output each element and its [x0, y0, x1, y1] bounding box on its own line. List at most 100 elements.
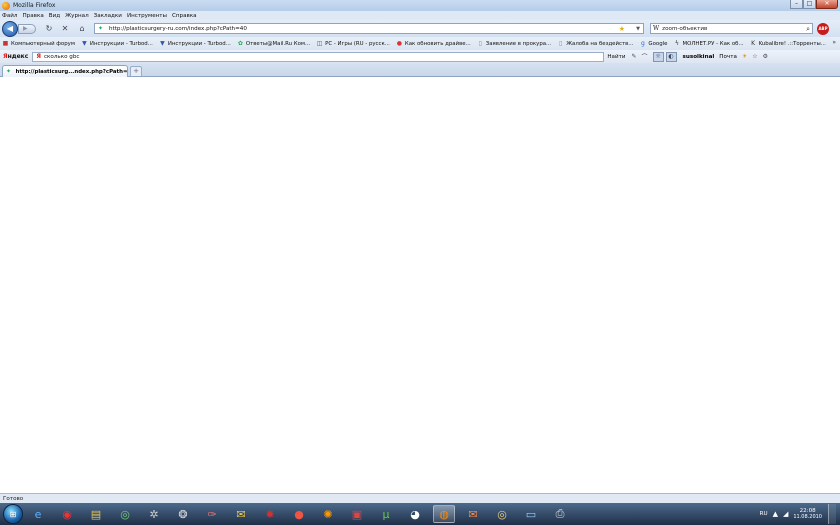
bookmark-item[interactable]: g Google [639, 40, 667, 47]
minimize-button[interactable]: – [790, 0, 803, 9]
bookmark-item[interactable]: ▼ Инструкции - Turbod... [159, 40, 231, 47]
printer-icon[interactable]: ⎙ [549, 505, 571, 523]
bookmark-item[interactable]: ϟ МОЛНЕТ.РУ - Как об... [673, 40, 744, 47]
eye-icon[interactable]: ◕ [404, 505, 426, 523]
settings-gear-icon[interactable]: ⚙ [763, 53, 768, 60]
reload-icon[interactable]: ↻ [44, 24, 54, 34]
status-bar: Готово [0, 493, 840, 503]
bookmark-star-icon[interactable]: ★ [619, 24, 625, 34]
highlight-icon[interactable]: ✎ [632, 53, 637, 60]
language-indicator[interactable]: RU [760, 511, 768, 517]
menu-tools[interactable]: Инструменты [127, 13, 167, 19]
yandex-toolbar: Яндекс Я сколько gbc Найти ✎ ⌒ ☼ ◐ susol… [0, 50, 840, 63]
search-bar[interactable]: W zoom-объектив ⌕ [650, 23, 813, 34]
yandex-user[interactable]: susolkinal [683, 54, 715, 60]
new-tab-button[interactable]: + [130, 66, 142, 76]
bookmark-item[interactable]: ✿ Ответы@Mail.Ru Ком... [237, 40, 310, 47]
menu-edit[interactable]: Правка [22, 13, 43, 19]
clock[interactable]: 22:08 11.08.2010 [793, 508, 822, 520]
gear-app-icon[interactable]: ❂ [172, 505, 194, 523]
explorer-icon[interactable]: ▤ [85, 505, 107, 523]
start-button[interactable]: ⊞ [3, 504, 23, 524]
tray-arrow-icon[interactable]: ▲ [773, 510, 778, 518]
opera-icon[interactable]: ◉ [56, 505, 78, 523]
home-icon[interactable]: ⌂ [77, 24, 87, 34]
toggle-icon[interactable]: ☼ [652, 51, 664, 62]
bookmark-item[interactable]: ■ Компьютерный форум [2, 40, 75, 47]
forward-button[interactable]: ▶ [18, 24, 36, 34]
network-icon[interactable]: ✲ [143, 505, 165, 523]
stop-icon[interactable]: ✕ [60, 24, 70, 34]
window-title: Mozilla Firefox [13, 2, 56, 9]
menu-bar: Файл Правка Вид Журнал Закладки Инструме… [0, 11, 840, 20]
yandex-search-input[interactable]: Я сколько gbc [32, 51, 605, 62]
volume-icon[interactable]: ◢ [783, 510, 788, 518]
translate-icon[interactable]: ◐ [665, 51, 677, 62]
yandex-query-text[interactable]: сколько gbc [44, 54, 80, 60]
url-dropdown-icon[interactable]: ▼ [636, 24, 640, 34]
firefox-icon [2, 1, 10, 10]
menu-view[interactable]: Вид [49, 13, 60, 19]
menu-bookmarks[interactable]: Закладки [94, 13, 122, 19]
search-engine-icon[interactable]: W [653, 25, 659, 32]
bookmark-item[interactable]: K Kubalibre! .::Торренты... [750, 40, 826, 47]
yandex-find-button[interactable]: Найти [607, 54, 625, 60]
bookmark-item[interactable]: ▼ Инструкции - Turbod... [81, 40, 153, 47]
show-desktop-button[interactable] [828, 504, 836, 524]
search-input[interactable]: zoom-объектив [662, 26, 707, 32]
yandex-mail[interactable]: Почта [719, 54, 737, 60]
url-text[interactable]: http://plasticsurgery-ru.com/index.php?c… [109, 26, 247, 32]
site-favicon-icon: ✦ [98, 25, 104, 32]
tab-strip: ✦ http://plasticsurg...ndex.php?cPath=40… [0, 63, 840, 77]
k-icon: K [751, 40, 756, 47]
bookmark-tool-icon[interactable]: ⌒ [642, 52, 648, 61]
paint-icon[interactable]: ✑ [201, 505, 223, 523]
window-task-icon[interactable]: ▭ [520, 505, 542, 523]
pc-icon: ◫ [316, 40, 323, 47]
search-icon[interactable]: ⌕ [806, 24, 810, 34]
cd-icon[interactable]: ◎ [491, 505, 513, 523]
bookmark-item[interactable]: ▯ Заявление в прокура... [477, 40, 552, 47]
forum-icon: ■ [2, 40, 9, 47]
page-icon: ● [396, 40, 403, 47]
close-button[interactable]: ✕ [816, 0, 838, 9]
star-icon[interactable]: ☆ [752, 53, 757, 60]
menu-history[interactable]: Журнал [65, 13, 89, 19]
title-bar[interactable]: Mozilla Firefox – □ ✕ [0, 0, 840, 11]
avast-icon[interactable]: ✺ [317, 505, 339, 523]
bolt-icon: ϟ [674, 40, 679, 47]
virus-icon[interactable]: ✸ [259, 505, 281, 523]
page-content[interactable] [0, 77, 840, 493]
torrent-icon[interactable]: µ [375, 505, 397, 523]
media-icon[interactable]: ◎ [114, 505, 136, 523]
mail-task-icon[interactable]: ✉ [462, 505, 484, 523]
url-bar[interactable]: ✦ http://plasticsurgery-ru.com/index.php… [94, 23, 644, 34]
menu-file[interactable]: Файл [2, 13, 17, 19]
bookmarks-toolbar: ■ Компьютерный форум ▼ Инструкции - Turbod… [0, 37, 840, 50]
tab-active[interactable]: ✦ http://plasticsurg...ndex.php?cPath=40 [2, 65, 128, 77]
status-text: Готово [3, 495, 24, 502]
bookmark-item[interactable]: ▯ Жалоба на бездейств... [557, 40, 633, 47]
taskbar-items: e ◉ ▤ ◎ ✲ ❂ ✑ ✉ ✸ ● ✺ ▣ µ ◕ ◍ ✉ ◎ ▭ ⎙ [27, 505, 578, 523]
firefox-task-icon[interactable]: ◍ [433, 505, 455, 523]
adblock-icon[interactable]: ABP [817, 23, 829, 35]
ie-icon[interactable]: e [27, 505, 49, 523]
bookmarks-overflow-icon[interactable]: » [832, 39, 836, 46]
menu-help[interactable]: Справка [172, 13, 197, 19]
weather-icon[interactable]: ☀ [742, 53, 747, 60]
doc-icon: ▯ [559, 40, 563, 47]
browser-icon[interactable]: ● [288, 505, 310, 523]
back-button[interactable]: ◀ [2, 21, 18, 37]
yandex-logo[interactable]: Яндекс [3, 53, 28, 60]
taskbar: ⊞ e ◉ ▤ ◎ ✲ ❂ ✑ ✉ ✸ ● ✺ ▣ µ ◕ ◍ ✉ ◎ ▭ ⎙ … [0, 503, 840, 525]
clock-date: 11.08.2010 [793, 514, 822, 520]
bookmark-item[interactable]: ● Как обновить драйве... [396, 40, 471, 47]
yandex-y-icon: Я [36, 53, 41, 60]
archive-icon[interactable]: ▣ [346, 505, 368, 523]
maximize-button[interactable]: □ [803, 0, 816, 9]
mailru-icon[interactable]: ✉ [230, 505, 252, 523]
turbo-icon: ▼ [82, 40, 87, 47]
window-controls: – □ ✕ [790, 0, 838, 10]
tab-favicon-icon: ✦ [6, 68, 12, 75]
bookmark-item[interactable]: ◫ PC - Игры (RU - русск... [316, 40, 390, 47]
